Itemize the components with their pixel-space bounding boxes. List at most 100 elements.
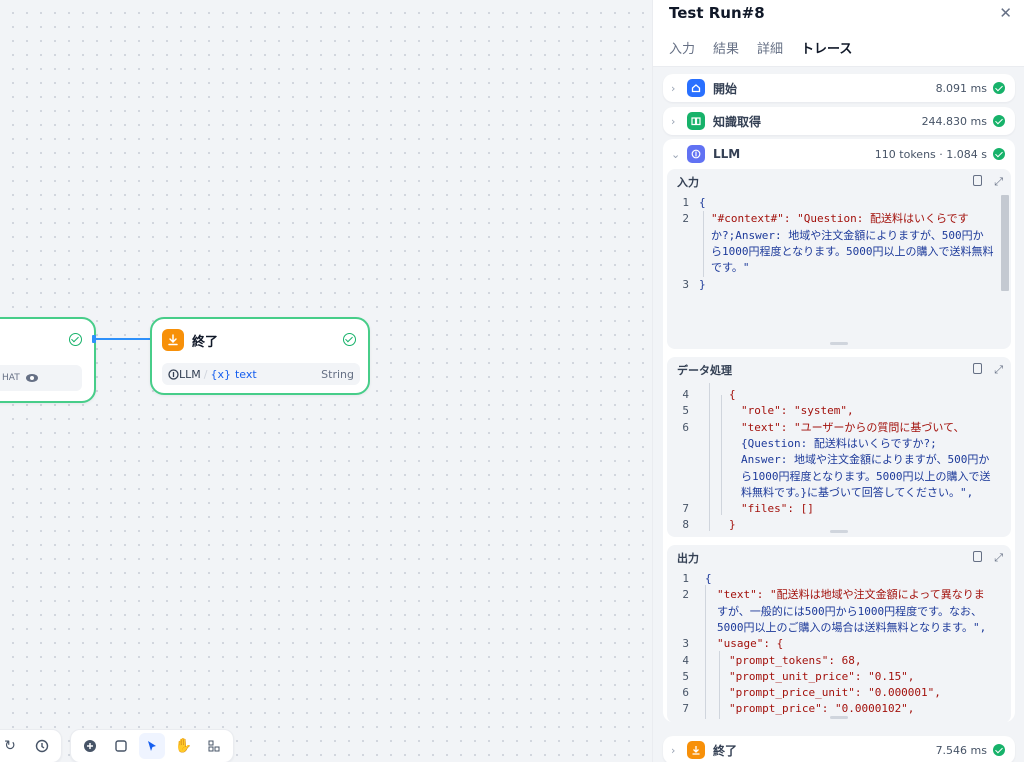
tab-detail[interactable]: 詳細 xyxy=(757,38,783,69)
success-check-icon xyxy=(993,82,1005,94)
code-line: "role": "system", xyxy=(741,404,854,418)
code-viewer[interactable]: 1 { 2 "#context#": "Question: 配送料はいくらです … xyxy=(667,195,1011,349)
section-title: 入力 xyxy=(677,176,699,189)
code-line: "text": "ユーザーからの質問に基づいて、 xyxy=(741,420,965,434)
trace-item-knowledge[interactable]: › 知識取得 244.830 ms xyxy=(663,107,1015,135)
line-number: 2 xyxy=(682,588,689,602)
panel-tabs: 入力 結果 詳細 トレース xyxy=(669,38,853,69)
trace-item-duration: 244.830 ms xyxy=(921,114,987,128)
trace-item-end[interactable]: › 終了 7.546 ms xyxy=(663,736,1015,762)
variable-icon: {x} xyxy=(210,367,231,381)
code-viewer[interactable]: 1 { 2 "text": "配送料は地域や注文金額によって異なりま すが、一般… xyxy=(667,571,1011,723)
code-line: Answer: 地域や注文金額によりますが、500円か xyxy=(741,453,990,467)
trace-item-duration: 8.091 ms xyxy=(935,81,987,95)
history-icon[interactable] xyxy=(29,733,55,759)
success-check-icon xyxy=(993,148,1005,160)
history-toolbar: ↻ xyxy=(0,729,62,762)
pointer-icon[interactable] xyxy=(139,733,165,759)
indent-guide xyxy=(703,211,704,277)
hand-icon[interactable]: ✋ xyxy=(171,733,196,759)
workflow-canvas[interactable]: HAT 終了 LLM / {x} text String ↻ ✋ xyxy=(0,0,652,762)
scrollbar[interactable] xyxy=(1001,195,1009,291)
output-section: 出力 ⤢ 1 { 2 "text": "配送料は地域や注文金額によって異なりま … xyxy=(667,545,1011,723)
code-line: "prompt_unit_price": "0.15", xyxy=(729,669,915,683)
resize-handle[interactable] xyxy=(830,716,848,719)
variable-source: LLM xyxy=(179,367,201,381)
node-variable-row: HAT xyxy=(0,365,82,391)
canvas-toolbar: ✋ xyxy=(70,729,234,762)
code-line: "prompt_tokens": 68, xyxy=(729,653,862,667)
node-output-variable: LLM / {x} text String xyxy=(162,363,360,385)
copy-icon[interactable] xyxy=(973,175,983,186)
organize-icon[interactable] xyxy=(202,733,227,759)
redo-icon[interactable]: ↻ xyxy=(0,733,23,759)
code-line: "#context#": "Question: 配送料はいくらです xyxy=(711,212,969,226)
code-line: { xyxy=(699,196,706,209)
code-line: "text": "配送料は地域や注文金額によって異なりま xyxy=(717,588,985,602)
variable-type: String xyxy=(321,367,354,381)
code-line: か?;Answer: 地域や注文金額によりますが、500円か xyxy=(711,228,984,242)
close-icon[interactable]: ✕ xyxy=(999,4,1012,22)
variable-name: text xyxy=(234,367,257,381)
code-line: ら1000円程度となります。5000円以上の購入で送料無料 xyxy=(711,244,994,258)
line-number: 8 xyxy=(682,518,689,532)
copy-icon[interactable] xyxy=(973,551,983,562)
line-number: 3 xyxy=(682,637,689,651)
code-line: です。" xyxy=(711,261,750,275)
success-check-icon xyxy=(993,744,1005,756)
code-line: } xyxy=(699,277,706,291)
chevron-right-icon: › xyxy=(671,114,676,128)
test-run-panel: Test Run#8 ✕ 入力 結果 詳細 トレース › 開始 8.091 ms… xyxy=(652,0,1024,762)
panel-title: Test Run#8 xyxy=(669,4,765,22)
section-title: 出力 xyxy=(677,552,699,565)
line-number: 4 xyxy=(682,388,689,401)
node-header: 終了 xyxy=(162,329,218,351)
node-title: 終了 xyxy=(192,334,219,350)
tab-trace[interactable]: トレース xyxy=(801,38,853,69)
line-number: 5 xyxy=(682,404,689,418)
expand-icon[interactable]: ⤢ xyxy=(994,551,1003,565)
trace-item-llm-header[interactable]: ⌄ LLM 110 tokens · 1.084 s xyxy=(663,139,1015,169)
line-number: 5 xyxy=(682,669,689,683)
code-viewer[interactable]: 4 { 5 "role": "system", 6 "text": "ユーザーか… xyxy=(667,383,1011,537)
trace-item-start[interactable]: › 開始 8.091 ms xyxy=(663,74,1015,102)
copy-icon[interactable] xyxy=(973,363,983,374)
llm-icon xyxy=(687,145,705,163)
tab-result[interactable]: 結果 xyxy=(713,38,739,69)
section-header: 入力 ⤢ xyxy=(667,169,1011,195)
code-line: 料無料です。}に基づいて回答してください。", xyxy=(741,485,974,499)
chevron-down-icon: ⌄ xyxy=(671,147,681,161)
code-line: 5000円以上のご購入の場合は送料無料となります。", xyxy=(717,620,987,634)
resize-handle[interactable] xyxy=(830,342,848,345)
code-line: { xyxy=(729,388,736,401)
expand-icon[interactable]: ⤢ xyxy=(994,175,1003,189)
trace-item-title: 終了 xyxy=(713,743,738,758)
code-line: すが、一般的には500円から1000円程度です。なお、 xyxy=(717,604,983,618)
variable-label: HAT xyxy=(2,373,20,383)
workflow-node-end[interactable]: 終了 LLM / {x} text String xyxy=(150,317,370,395)
eye-icon[interactable] xyxy=(25,374,38,382)
expand-icon[interactable]: ⤢ xyxy=(994,363,1003,377)
code-line: "usage": { xyxy=(717,637,784,651)
line-number: 6 xyxy=(682,686,689,700)
tab-input[interactable]: 入力 xyxy=(669,38,695,69)
connection-edge[interactable] xyxy=(92,335,154,343)
line-number: 7 xyxy=(682,502,689,516)
data-processing-section: データ処理 ⤢ 4 { 5 "role": "system", 6 "text"… xyxy=(667,357,1011,537)
trace-item-title: 開始 xyxy=(713,81,738,96)
trace-item-duration: 110 tokens · 1.084 s xyxy=(874,147,987,161)
indent-guide xyxy=(709,383,710,531)
add-note-icon[interactable] xyxy=(108,733,133,759)
code-line: "prompt_price_unit": "0.000001", xyxy=(729,686,941,700)
line-number: 2 xyxy=(682,212,689,226)
line-number: 7 xyxy=(682,702,689,716)
section-header: 出力 ⤢ xyxy=(667,545,1011,571)
book-icon xyxy=(687,112,705,130)
success-check-icon xyxy=(993,115,1005,127)
code-line: ら1000円程度となります。5000円以上の購入で送 xyxy=(741,469,991,483)
workflow-node-llm[interactable]: HAT xyxy=(0,317,96,403)
home-icon xyxy=(687,79,705,97)
trace-item-llm: ⌄ LLM 110 tokens · 1.084 s 入力 ⤢ 1 {2 "#… xyxy=(663,139,1015,723)
resize-handle[interactable] xyxy=(830,530,848,533)
add-node-icon[interactable] xyxy=(77,733,102,759)
